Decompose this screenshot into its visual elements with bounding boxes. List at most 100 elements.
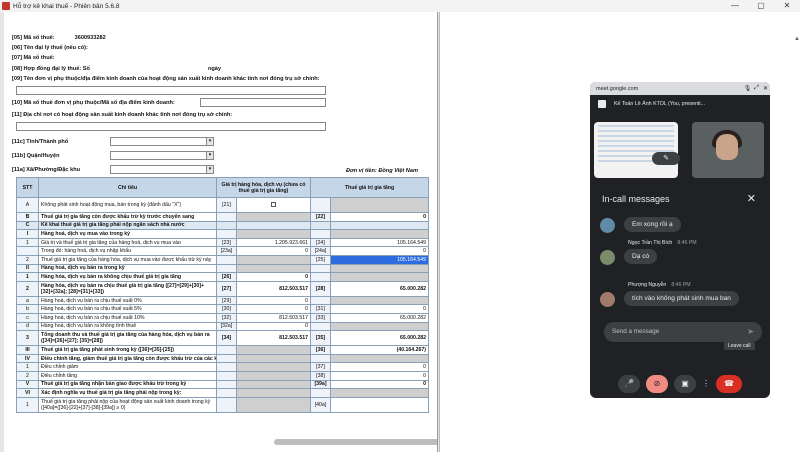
vat-value-cell[interactable] bbox=[329, 197, 430, 213]
goods-value-cell[interactable] bbox=[236, 229, 311, 239]
vat-value-cell[interactable] bbox=[329, 396, 430, 413]
vat-value-cell[interactable]: 65.000.282 bbox=[329, 280, 430, 297]
vertical-scrollbar[interactable]: ▲ bbox=[794, 36, 800, 436]
vat-value-cell[interactable] bbox=[329, 388, 430, 398]
popout-icon[interactable]: ⤢ bbox=[752, 85, 761, 92]
table-row: II Hàng hoá, dịch vụ bán ra trong kỳ bbox=[16, 263, 430, 274]
row-stt bbox=[16, 246, 39, 256]
row-code-1 bbox=[216, 353, 237, 364]
goods-value-cell[interactable]: 0 bbox=[236, 295, 311, 306]
row-code-1: [34] bbox=[216, 330, 237, 347]
mic-icon[interactable]: 🎙 bbox=[743, 85, 752, 92]
vat-value-cell[interactable] bbox=[329, 353, 430, 364]
goods-value-cell[interactable] bbox=[236, 396, 311, 413]
chevron-down-icon: ▾ bbox=[206, 166, 213, 173]
goods-value-cell[interactable] bbox=[236, 353, 311, 364]
row-code-2: [24a] bbox=[310, 246, 331, 256]
goods-value-cell[interactable] bbox=[236, 362, 311, 372]
district-select[interactable]: ▾ bbox=[110, 151, 214, 160]
goods-value-cell[interactable]: 0 bbox=[236, 272, 311, 282]
minimize-button[interactable]: — bbox=[722, 0, 748, 12]
vat-value-cell[interactable]: 65.000.282 bbox=[329, 312, 430, 323]
close-icon[interactable]: ✕ bbox=[761, 85, 770, 92]
province-select[interactable]: ▾ bbox=[110, 137, 214, 146]
screen-share-tile[interactable] bbox=[594, 122, 678, 178]
goods-value-cell[interactable] bbox=[236, 197, 311, 213]
vat-value-cell[interactable] bbox=[329, 272, 430, 282]
vat-value-cell[interactable]: 0 bbox=[329, 370, 430, 381]
table-row: 3 Tổng doanh thu và thuế giá trị gia tăng… bbox=[16, 330, 430, 347]
more-options-icon[interactable]: ⋮ bbox=[702, 375, 710, 393]
row-label: Giá trị và thuế giá trị gia tăng của hàn… bbox=[38, 237, 217, 248]
vat-value-cell[interactable] bbox=[329, 263, 430, 274]
horizontal-scrollbar[interactable] bbox=[274, 439, 437, 445]
close-button[interactable]: ✕ bbox=[774, 0, 800, 12]
goods-value-cell[interactable]: 812.503.517 bbox=[236, 330, 311, 347]
vat-value-cell[interactable]: (40.164.267) bbox=[329, 345, 430, 355]
vat-value-cell[interactable] bbox=[329, 220, 430, 231]
row-code-1 bbox=[216, 345, 237, 355]
row-stt: 2 bbox=[16, 254, 39, 265]
chevron-down-icon: ▾ bbox=[206, 138, 213, 145]
goods-value-cell[interactable]: 1.205.923.661 bbox=[236, 237, 311, 248]
goods-value-cell[interactable] bbox=[236, 370, 311, 381]
goods-value-cell[interactable] bbox=[236, 220, 311, 231]
vat-value-cell[interactable]: 0 bbox=[329, 362, 430, 372]
goods-value-cell[interactable] bbox=[236, 263, 311, 274]
row-code-1 bbox=[216, 379, 237, 390]
goods-value-cell[interactable] bbox=[236, 345, 311, 355]
presenting-bar: Kế Toán Lê Ánh KTOL (You, presenti... bbox=[590, 95, 770, 112]
table-row: c Hàng hoá, dịch vụ bán ra chịu thuế suất… bbox=[16, 312, 430, 323]
row-stt: V bbox=[16, 379, 39, 390]
leave-call-button[interactable]: ☎ bbox=[716, 375, 742, 393]
scroll-up-icon[interactable]: ▲ bbox=[794, 36, 800, 42]
row-label: Hàng hoá, dịch vụ bán ra chịu thuế suất … bbox=[38, 295, 217, 306]
no-activity-checkbox[interactable] bbox=[271, 202, 276, 208]
window-title: Hỗ trợ kê khai thuế - Phiên bản 5.6.8 bbox=[13, 2, 120, 10]
camera-off-button[interactable]: ⊘ bbox=[646, 375, 668, 393]
mic-button[interactable]: 🎤 bbox=[618, 375, 640, 393]
vat-value-cell[interactable]: 105.164.549 bbox=[329, 254, 430, 265]
vat-value-cell[interactable]: 0 bbox=[329, 379, 430, 390]
vat-value-cell[interactable] bbox=[329, 295, 430, 306]
in-call-messages-panel: In-call messages ✕ Em xong rồi ạ Ngọc Tr… bbox=[594, 184, 766, 364]
address-input[interactable] bbox=[16, 122, 326, 131]
vat-value-cell[interactable]: 105.164.549 bbox=[329, 237, 430, 248]
row-code-2: [22] bbox=[310, 212, 331, 222]
avatar bbox=[600, 250, 615, 265]
vat-value-cell[interactable]: 0 bbox=[329, 246, 430, 256]
send-icon[interactable]: ➤ bbox=[747, 322, 754, 342]
ward-select[interactable]: ▾ bbox=[110, 165, 214, 174]
row-stt: IV bbox=[16, 353, 39, 364]
goods-value-cell[interactable] bbox=[236, 254, 311, 265]
branch-name-input[interactable] bbox=[16, 86, 326, 95]
goods-value-cell[interactable] bbox=[236, 388, 311, 398]
goods-value-cell[interactable]: 0 bbox=[236, 321, 311, 332]
panel-close-icon[interactable]: ✕ bbox=[747, 192, 756, 205]
chevron-down-icon: ▾ bbox=[206, 152, 213, 159]
goods-value-cell[interactable]: 812.503.517 bbox=[236, 280, 311, 297]
participant-video-tile[interactable] bbox=[692, 122, 764, 178]
vat-value-cell[interactable]: 0 bbox=[329, 212, 430, 222]
message-input[interactable]: Send a message ➤ bbox=[604, 322, 762, 342]
vat-value-cell[interactable] bbox=[329, 321, 430, 332]
row-code-1 bbox=[216, 396, 237, 413]
vat-value-cell[interactable] bbox=[329, 229, 430, 239]
vat-value-cell[interactable]: 0 bbox=[329, 304, 430, 314]
present-button[interactable]: ▣ bbox=[674, 375, 696, 393]
message-sender: Phượng Nguyễn bbox=[628, 282, 667, 288]
col-goods-value: Giá trị hàng hóa, dịch vụ (chưa có thuế … bbox=[216, 177, 311, 198]
chat-message: Ngọc Trần Thị Bích 8:46 PM Dạ có bbox=[600, 240, 765, 265]
branch-tax-code-input[interactable] bbox=[200, 98, 326, 107]
goods-value-cell[interactable]: 0 bbox=[236, 304, 311, 314]
goods-value-cell[interactable]: 0 bbox=[236, 246, 311, 256]
row-label: Hàng hoá, dịch vụ bán ra chịu thuế suất … bbox=[38, 304, 217, 314]
maximize-button[interactable]: ▢ bbox=[748, 0, 774, 12]
table-row: I Hàng hoá, dịch vụ mua vào trong kỳ bbox=[16, 229, 430, 239]
goods-value-cell[interactable] bbox=[236, 212, 311, 222]
goods-value-cell[interactable]: 812.503.517 bbox=[236, 312, 311, 323]
mute-indicator-icon[interactable]: ✎ bbox=[652, 152, 680, 165]
present-icon bbox=[598, 99, 606, 108]
goods-value-cell[interactable] bbox=[236, 379, 311, 390]
vat-value-cell[interactable]: 65.000.282 bbox=[329, 330, 430, 347]
